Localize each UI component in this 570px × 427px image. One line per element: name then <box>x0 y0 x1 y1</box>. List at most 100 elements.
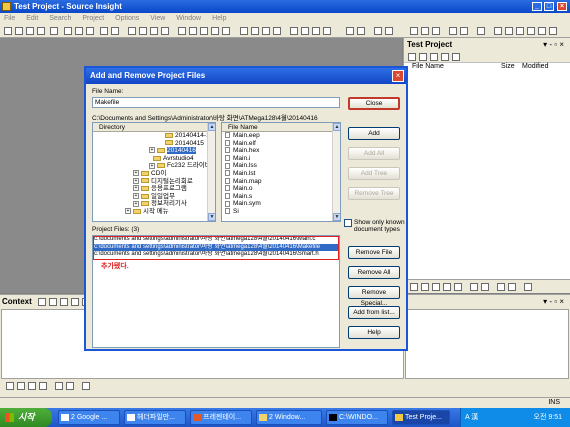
directory-item[interactable]: + CD이 <box>93 170 215 178</box>
remove-file-button[interactable]: Remove File <box>348 246 400 259</box>
panel-left-icon[interactable] <box>505 27 513 35</box>
symbol-window-icon[interactable] <box>240 27 248 35</box>
directory-item[interactable]: + 응용프로그램 <box>93 185 215 193</box>
context-bottom-2-icon[interactable] <box>17 382 25 390</box>
project-view-icon[interactable] <box>430 53 438 61</box>
dialog-close-icon[interactable]: × <box>392 70 404 82</box>
expand-toggle-icon[interactable]: + <box>133 170 139 177</box>
add-button[interactable]: Add <box>348 127 400 140</box>
project-list-icon[interactable] <box>441 53 449 61</box>
dropdown-icon[interactable] <box>385 27 393 35</box>
context-panel-controls-icon[interactable]: ▾ - ▫ × <box>543 295 564 309</box>
up-arrow-icon[interactable] <box>222 27 230 35</box>
close-button[interactable]: Close <box>348 97 400 110</box>
menu-view[interactable]: View <box>150 15 165 22</box>
replace-icon[interactable] <box>161 27 169 35</box>
cut-icon[interactable] <box>64 27 72 35</box>
menu-edit[interactable]: Edit <box>26 15 38 22</box>
remove-special-button[interactable]: Remove Special... <box>348 286 400 307</box>
new-file-icon[interactable] <box>4 27 12 35</box>
split-icon[interactable] <box>527 27 535 35</box>
scroll-down-icon[interactable]: ▼ <box>333 213 340 221</box>
directory-list[interactable]: Directory 20140414-1 20140415 +20140416 Avr… <box>92 122 216 222</box>
sync-icon[interactable] <box>374 27 382 35</box>
print-icon[interactable] <box>50 27 58 35</box>
copy-icon[interactable] <box>75 27 83 35</box>
close-window-button[interactable]: × <box>557 2 567 11</box>
find-prev-icon[interactable] <box>150 27 158 35</box>
project-btn-9-icon[interactable] <box>508 283 516 291</box>
project-btn-6-icon[interactable] <box>470 283 478 291</box>
menu-file[interactable]: File <box>4 15 15 22</box>
remove-tree-button[interactable]: Remove Tree <box>348 187 400 200</box>
expand-toggle-icon[interactable]: + <box>149 162 155 169</box>
ime-indicator[interactable]: A 漢 <box>465 414 478 421</box>
file-item[interactable]: Si <box>222 208 340 216</box>
directory-item[interactable]: +20140416 <box>93 147 215 155</box>
scroll-up-icon[interactable]: ▲ <box>333 123 340 131</box>
directory-item[interactable]: + 정보처리기사 <box>93 200 215 208</box>
save-all-icon[interactable] <box>37 27 45 35</box>
redo-icon[interactable] <box>111 27 119 35</box>
settings-icon[interactable] <box>449 27 457 35</box>
scroll-up-icon[interactable]: ▲ <box>208 123 215 131</box>
column-size[interactable]: Size <box>501 63 515 70</box>
menu-options[interactable]: Options <box>115 15 139 22</box>
context-btn-1-icon[interactable] <box>38 298 46 306</box>
context-bottom-1-icon[interactable] <box>6 382 14 390</box>
lookup-icon[interactable] <box>273 27 281 35</box>
project-btn-10-icon[interactable] <box>524 283 532 291</box>
expand-toggle-icon[interactable]: + <box>133 185 139 192</box>
expand-toggle-icon[interactable]: + <box>133 177 139 184</box>
task-test-project[interactable]: Test Proje... <box>392 410 450 425</box>
layout-1-icon[interactable] <box>410 27 418 35</box>
context-bottom-5-icon[interactable] <box>55 382 63 390</box>
menu-help[interactable]: Help <box>212 15 226 22</box>
project-btn-1-icon[interactable] <box>410 283 418 291</box>
file-item[interactable]: Main.o <box>222 185 340 193</box>
bookmark-icon[interactable] <box>178 27 186 35</box>
layout-3-icon[interactable] <box>432 27 440 35</box>
chain-icon[interactable] <box>494 27 502 35</box>
project-tree-icon[interactable] <box>452 53 460 61</box>
open-file-icon[interactable] <box>15 27 23 35</box>
file-item[interactable]: Main.i <box>222 155 340 163</box>
context-bottom-6-icon[interactable] <box>66 382 74 390</box>
cascade-icon[interactable] <box>301 27 309 35</box>
project-window-icon[interactable] <box>346 27 354 35</box>
browse-icon[interactable] <box>262 27 270 35</box>
directory-item[interactable]: 20140414-1 <box>93 132 215 140</box>
project-sort-icon[interactable] <box>408 53 416 61</box>
window-list-icon[interactable] <box>538 27 546 35</box>
context-bottom-3-icon[interactable] <box>28 382 36 390</box>
find-icon[interactable] <box>128 27 136 35</box>
back-arrow-icon[interactable] <box>200 27 208 35</box>
grid-icon[interactable] <box>549 27 557 35</box>
project-btn-2-icon[interactable] <box>421 283 429 291</box>
add-tree-button[interactable]: Add Tree <box>348 167 400 180</box>
context-bottom-4-icon[interactable] <box>39 382 47 390</box>
file-list-scrollbar[interactable]: ▲ ▼ <box>332 123 340 221</box>
file-list[interactable]: File Name Main.eep Main.elf Main.hex Main.i… <box>221 122 341 222</box>
file-item[interactable]: Main.s <box>222 193 340 201</box>
pointer-icon[interactable] <box>460 27 468 35</box>
task-cmd[interactable]: C:\WINDO... <box>326 410 388 425</box>
project-btn-8-icon[interactable] <box>497 283 505 291</box>
add-all-button[interactable]: Add All <box>348 147 400 160</box>
directory-scrollbar[interactable]: ▲ ▼ <box>207 123 215 221</box>
menu-project[interactable]: Project <box>82 15 104 22</box>
scroll-down-icon[interactable]: ▼ <box>208 213 215 221</box>
file-item[interactable]: Main.eep <box>222 132 340 140</box>
context-btn-3-icon[interactable] <box>60 298 68 306</box>
show-only-known-checkbox[interactable] <box>344 219 352 227</box>
context-window-icon[interactable] <box>357 27 365 35</box>
paste-icon[interactable] <box>86 27 94 35</box>
project-btn-7-icon[interactable] <box>481 283 489 291</box>
file-item[interactable]: Main.hex <box>222 147 340 155</box>
relation-window-icon[interactable] <box>251 27 259 35</box>
jump-icon[interactable] <box>189 27 197 35</box>
column-file-name[interactable]: File Name <box>412 63 444 70</box>
file-item[interactable]: Main.elf <box>222 140 340 148</box>
help-icon[interactable] <box>477 27 485 35</box>
file-name-input[interactable]: Makefile <box>92 97 340 108</box>
